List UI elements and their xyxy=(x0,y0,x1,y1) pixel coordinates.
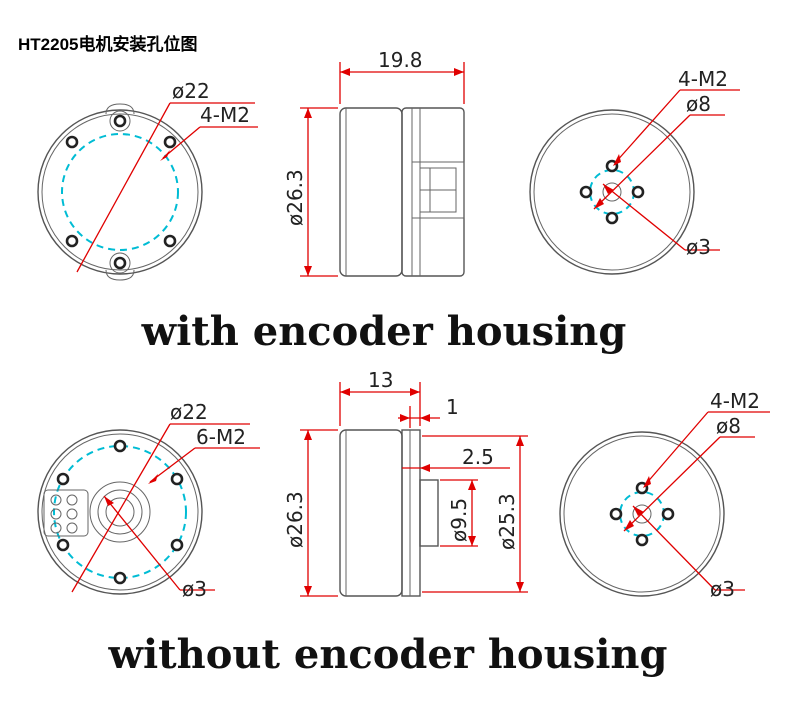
dim-outer-diameter: ø22 xyxy=(170,400,208,424)
dim-rotor-diameter: ø25.3 xyxy=(495,493,519,550)
mount-hole xyxy=(113,571,127,585)
rear-view-without-encoder: 4-M2 ø8 ø3 xyxy=(559,389,770,601)
dim-outer-diameter: ø22 xyxy=(172,79,210,103)
mount-hole xyxy=(56,472,70,486)
dim-hole-callout: 4-M2 xyxy=(200,103,250,127)
caption-without-encoder: without encoder housing xyxy=(108,631,668,678)
dim-hole-callout: 4-M2 xyxy=(710,389,760,413)
mount-hole xyxy=(631,185,645,199)
dim-pcd: ø8 xyxy=(686,92,711,116)
dim-diameter: ø26.3 xyxy=(283,491,307,548)
front-view-without-encoder: ø22 6-M2 ø3 xyxy=(37,400,260,601)
mount-hole xyxy=(163,234,177,248)
dim-pcd: ø8 xyxy=(716,414,741,438)
dim-bore: ø3 xyxy=(710,577,735,601)
mount-hole xyxy=(65,135,79,149)
mount-hole xyxy=(170,538,184,552)
dim-length: 13 xyxy=(368,368,393,392)
drawing-canvas: ø22 4-M2 19.8 ø26.3 4-M2 ø8 ø3 with enco… xyxy=(37,48,770,678)
top-lug xyxy=(105,103,135,132)
dim-length: 19.8 xyxy=(378,48,423,72)
side-view-with-encoder: 19.8 ø26.3 xyxy=(283,48,465,277)
mount-hole xyxy=(56,538,70,552)
mount-hole xyxy=(170,472,184,486)
mount-hole xyxy=(609,507,623,521)
mount-hole xyxy=(113,439,127,453)
dim-bore: ø3 xyxy=(686,235,711,259)
dim-hole-callout: 6-M2 xyxy=(196,425,246,449)
dim-flange: 1 xyxy=(446,395,459,419)
dim-hole-callout: 4-M2 xyxy=(678,67,728,91)
mount-hole xyxy=(661,507,675,521)
dim-diameter: ø26.3 xyxy=(283,169,307,226)
mount-hole xyxy=(65,234,79,248)
dim-boss: 2.5 xyxy=(462,445,494,469)
dim-bore: ø3 xyxy=(182,577,207,601)
connector-block xyxy=(43,489,89,537)
caption-with-encoder: with encoder housing xyxy=(141,308,627,355)
mount-hole xyxy=(635,533,649,547)
bottom-lug xyxy=(105,252,135,281)
side-view-without-encoder: 13 1 2.5 ø9.5 ø26.3 ø25.3 xyxy=(283,368,528,597)
mount-hole xyxy=(605,211,619,225)
mount-hole xyxy=(163,135,177,149)
rear-view-with-encoder: 4-M2 ø8 ø3 xyxy=(529,67,740,275)
mount-hole xyxy=(579,185,593,199)
dim-boss-diameter: ø9.5 xyxy=(447,498,471,542)
front-view-with-encoder: ø22 4-M2 xyxy=(37,79,258,281)
